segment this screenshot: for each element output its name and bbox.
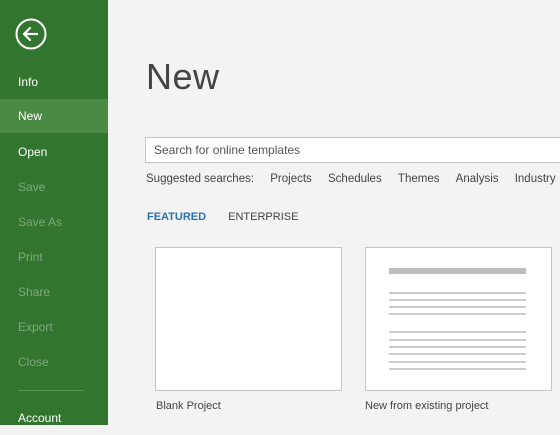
tab-enterprise[interactable]: ENTERPRISE (228, 211, 298, 223)
nav-item-close: Close (18, 355, 49, 369)
sidebar-divider (18, 390, 84, 391)
nav-item-print: Print (18, 250, 43, 264)
template-label-new-from-existing: New from existing project (365, 400, 489, 412)
template-search-box[interactable] (145, 137, 560, 163)
template-label-blank-project: Blank Project (156, 400, 221, 412)
nav-item-share: Share (18, 285, 51, 299)
suggested-searches-label: Suggested searches: (146, 173, 255, 185)
back-arrow-circle-icon[interactable] (15, 18, 47, 50)
main-panel: New Suggested searches: Projects Schedul… (108, 0, 560, 425)
nav-item-save-as: Save As (18, 215, 63, 229)
suggested-link-analysis[interactable]: Analysis (456, 173, 499, 185)
suggested-link-projects[interactable]: Projects (270, 173, 312, 185)
page-title: New (146, 56, 220, 97)
nav-item-export: Export (18, 320, 53, 334)
suggested-link-themes[interactable]: Themes (398, 173, 440, 185)
nav-item-new[interactable]: New (0, 99, 108, 133)
suggested-searches: Suggested searches: Projects Schedules T… (146, 173, 560, 189)
template-search-input[interactable] (146, 138, 560, 162)
nav-item-save: Save (18, 180, 46, 194)
tab-featured[interactable]: FEATURED (147, 211, 206, 223)
backstage-sidebar: Info New Open Save Save As Print Share E… (0, 0, 108, 425)
nav-item-open[interactable]: Open (0, 135, 108, 169)
document-preview-icon (389, 268, 526, 370)
suggested-link-schedules[interactable]: Schedules (328, 173, 382, 185)
template-tabs: FEATURED ENTERPRISE (147, 211, 317, 223)
template-tile-new-from-existing[interactable] (365, 247, 552, 391)
nav-item-account[interactable]: Account (0, 401, 108, 435)
suggested-link-industry[interactable]: Industry (515, 173, 556, 185)
nav-item-info[interactable]: Info (0, 65, 108, 99)
template-tile-blank-project[interactable] (155, 247, 342, 391)
